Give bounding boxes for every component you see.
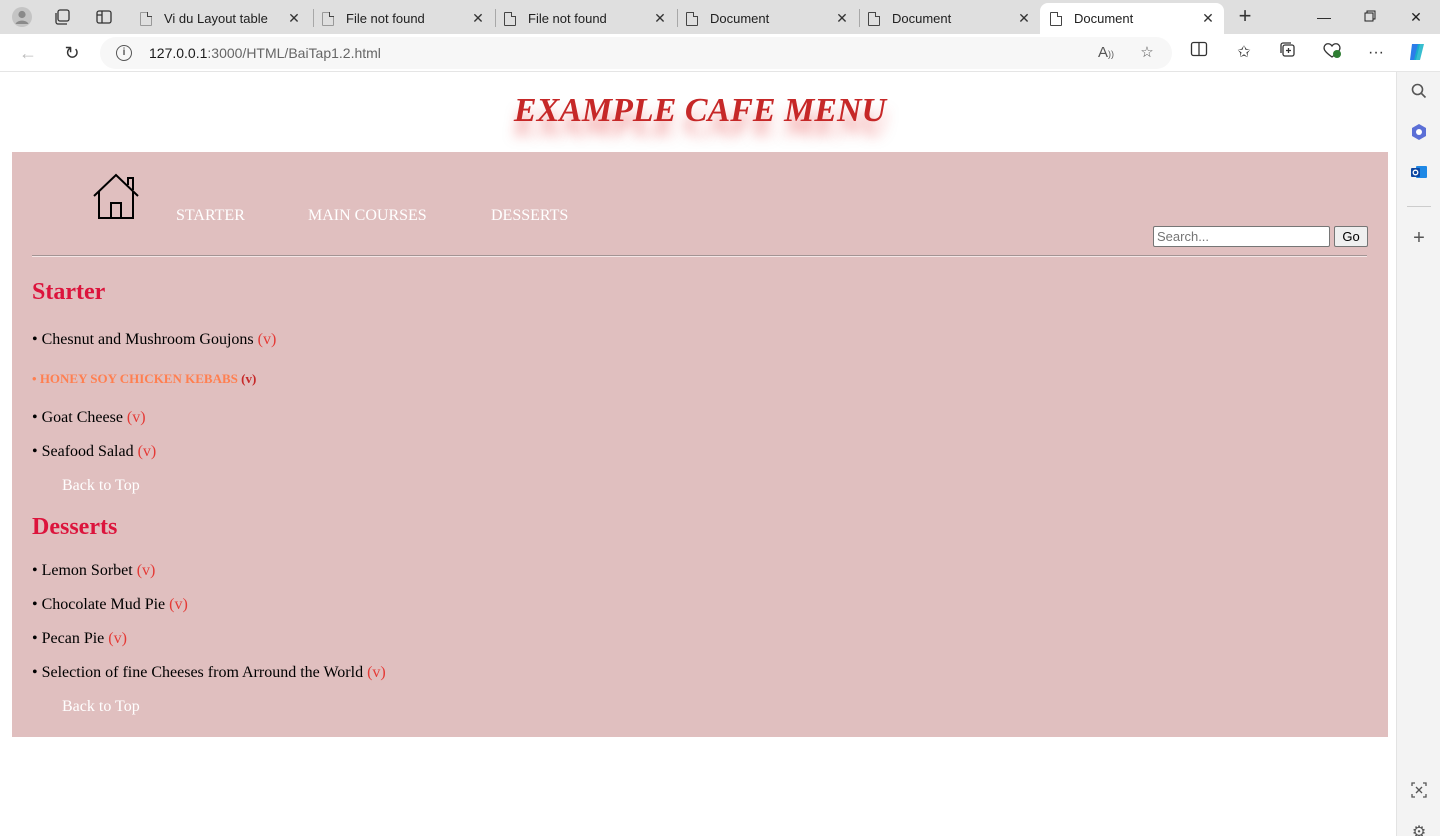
nav-link-main-courses[interactable]: MAIN COURSES (308, 207, 427, 225)
vegetarian-mark: (v) (126, 409, 146, 426)
page-icon (504, 11, 516, 26)
tab-title: File not found (528, 11, 607, 26)
copilot-icon[interactable] (1405, 41, 1429, 65)
back-to-top-link[interactable]: Back to Top (62, 698, 140, 716)
page-icon (1050, 11, 1062, 26)
workspaces-icon[interactable] (50, 5, 74, 29)
menu-item: • Pecan Pie (v) (32, 630, 127, 647)
split-screen-icon[interactable] (1187, 41, 1211, 65)
vegetarian-mark: (v) (108, 630, 127, 647)
tab-title: Document (892, 11, 952, 26)
close-window-icon[interactable]: ✕ (1404, 5, 1428, 29)
page-icon (140, 11, 152, 26)
info-icon[interactable]: i (116, 45, 132, 61)
menu-item: • Chocolate Mud Pie (v) (32, 596, 188, 613)
screenshot-icon[interactable] (1408, 782, 1430, 804)
favorite-star-icon[interactable]: ☆ (1136, 42, 1158, 64)
section-title-starter: Starter (32, 279, 106, 305)
edge-sidebar: + ⚙ (1396, 72, 1440, 836)
tab-vi-du-layout-table[interactable]: Vi du Layout table ✕ (130, 3, 310, 34)
tab-title: Document (1074, 11, 1134, 26)
vegetarian-mark: (v) (257, 331, 277, 348)
menu-panel: STARTER MAIN COURSES DESSERTS Search... … (12, 152, 1388, 737)
vertical-tabs-icon[interactable] (92, 5, 116, 29)
go-button[interactable]: Go (1334, 226, 1368, 247)
tab-document-1[interactable]: Document ✕ (676, 3, 858, 34)
menu-item: • Seafood Salad (v) (32, 443, 157, 460)
more-options-icon[interactable]: ··· (1364, 41, 1388, 65)
profile-icon[interactable] (10, 5, 34, 29)
tab-title: File not found (346, 11, 425, 26)
search-icon[interactable] (1408, 83, 1430, 105)
menu-item: • Goat Cheese (v) (32, 409, 146, 426)
tab-file-not-found-2[interactable]: File not found ✕ (494, 3, 676, 34)
add-sidebar-app-icon[interactable]: + (1408, 227, 1430, 249)
back-to-top-link[interactable]: Back to Top (62, 477, 140, 495)
outlook-icon[interactable] (1408, 163, 1430, 185)
page-viewport: EXAMPLE CAFE MENU STARTER MAIN COURSES D… (4, 72, 1396, 836)
settings-gear-icon[interactable]: ⚙ (1408, 822, 1430, 836)
vegetarian-mark: (v) (137, 443, 157, 460)
vegetarian-mark: (v) (136, 562, 156, 579)
tab-bar: Vi du Layout table ✕ File not found ✕ Fi… (0, 0, 1440, 34)
collections-icon[interactable] (1276, 41, 1300, 65)
tab-document-active[interactable]: Document ✕ (1040, 3, 1224, 34)
nav-link-starter[interactable]: STARTER (176, 207, 245, 225)
tab-title: Vi du Layout table (164, 11, 268, 26)
page-title: EXAMPLE CAFE MENU (513, 92, 887, 129)
close-icon[interactable]: ✕ (1198, 10, 1218, 27)
menu-item: • Selection of fine Cheeses from Arround… (32, 664, 386, 681)
restore-icon[interactable] (1358, 5, 1382, 29)
tab-file-not-found-1[interactable]: File not found ✕ (312, 3, 494, 34)
menu-item-special: • HONEY SOY CHICKEN KEBABS (v) (32, 371, 257, 386)
page-icon (868, 11, 880, 26)
minimize-icon[interactable]: — (1312, 5, 1336, 29)
close-icon[interactable]: ✕ (284, 10, 304, 27)
close-icon[interactable]: ✕ (832, 10, 852, 27)
read-aloud-icon[interactable]: A)) (1095, 42, 1117, 64)
divider (32, 255, 1367, 257)
close-icon[interactable]: ✕ (468, 10, 488, 27)
menu-item: • Chesnut and Mushroom Goujons (v) (32, 331, 277, 348)
close-icon[interactable]: ✕ (650, 10, 670, 27)
address-bar-row: ← ↻ i 127.0.0.1:3000/HTML/BaiTap1.2.html… (0, 34, 1440, 72)
page-icon (686, 11, 698, 26)
browser-essentials-icon[interactable] (1320, 41, 1344, 65)
menu-item: • Lemon Sorbet (v) (32, 562, 156, 579)
favorites-icon[interactable]: ✩ (1232, 41, 1256, 65)
refresh-icon[interactable]: ↻ (60, 41, 84, 65)
tab-title: Document (710, 11, 770, 26)
vegetarian-mark: (v) (169, 596, 188, 613)
url-field[interactable]: i 127.0.0.1:3000/HTML/BaiTap1.2.html A))… (100, 37, 1172, 69)
new-tab-icon[interactable]: + (1233, 5, 1257, 29)
vegetarian-mark: (v) (367, 664, 386, 681)
nav-link-desserts[interactable]: DESSERTS (491, 207, 568, 225)
vegetarian-mark: (v) (241, 371, 257, 386)
section-title-desserts: Desserts (32, 514, 118, 540)
back-icon[interactable]: ← (16, 41, 40, 65)
url-text: 127.0.0.1:3000/HTML/BaiTap1.2.html (149, 45, 381, 61)
page-icon (322, 11, 334, 26)
m365-icon[interactable] (1408, 123, 1430, 145)
close-icon[interactable]: ✕ (1014, 10, 1034, 27)
home-icon[interactable] (92, 172, 142, 220)
tab-document-2[interactable]: Document ✕ (858, 3, 1040, 34)
search-input[interactable]: Search... (1153, 226, 1330, 247)
